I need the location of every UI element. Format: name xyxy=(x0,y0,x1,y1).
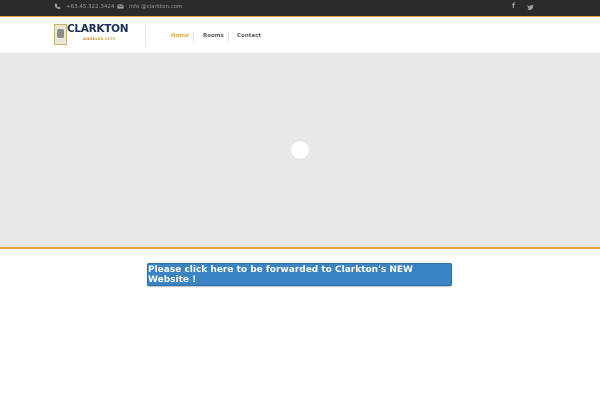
forward-website-button[interactable]: Please click here to be forwarded to Cla… xyxy=(147,263,452,286)
hero-slider xyxy=(0,54,600,249)
clarkton-logo[interactable]: CLARKTON ANGELES CITY xyxy=(54,23,129,48)
nav-contact[interactable]: Contact xyxy=(237,33,261,39)
phone-icon xyxy=(54,3,61,10)
nav-home[interactable]: Home xyxy=(171,33,189,39)
facebook-icon[interactable]: f xyxy=(512,2,515,10)
envelope-icon xyxy=(117,4,124,9)
nav-separator xyxy=(193,33,194,41)
nav-rooms[interactable]: Rooms xyxy=(203,33,224,39)
twitter-icon[interactable] xyxy=(527,4,534,11)
nav-separator xyxy=(228,33,229,41)
phone-number: +63.45.322.3424 xyxy=(66,3,115,10)
phone-contact[interactable]: +63.45.322.3424 xyxy=(54,3,114,10)
loading-spinner xyxy=(291,141,309,159)
header-divider xyxy=(145,24,146,46)
logo-subtitle: ANGELES CITY xyxy=(83,37,116,41)
email-contact[interactable]: info @clarkton.com xyxy=(117,3,182,10)
logo-emblem xyxy=(54,24,67,45)
site-header: CLARKTON ANGELES CITY Home Rooms Contact xyxy=(0,17,600,54)
logo-name: CLARKTON xyxy=(67,23,129,35)
email-address: info @clarkton.com xyxy=(129,3,183,10)
top-info-bar: +63.45.322.3424 info @clarkton.com f xyxy=(0,0,600,17)
